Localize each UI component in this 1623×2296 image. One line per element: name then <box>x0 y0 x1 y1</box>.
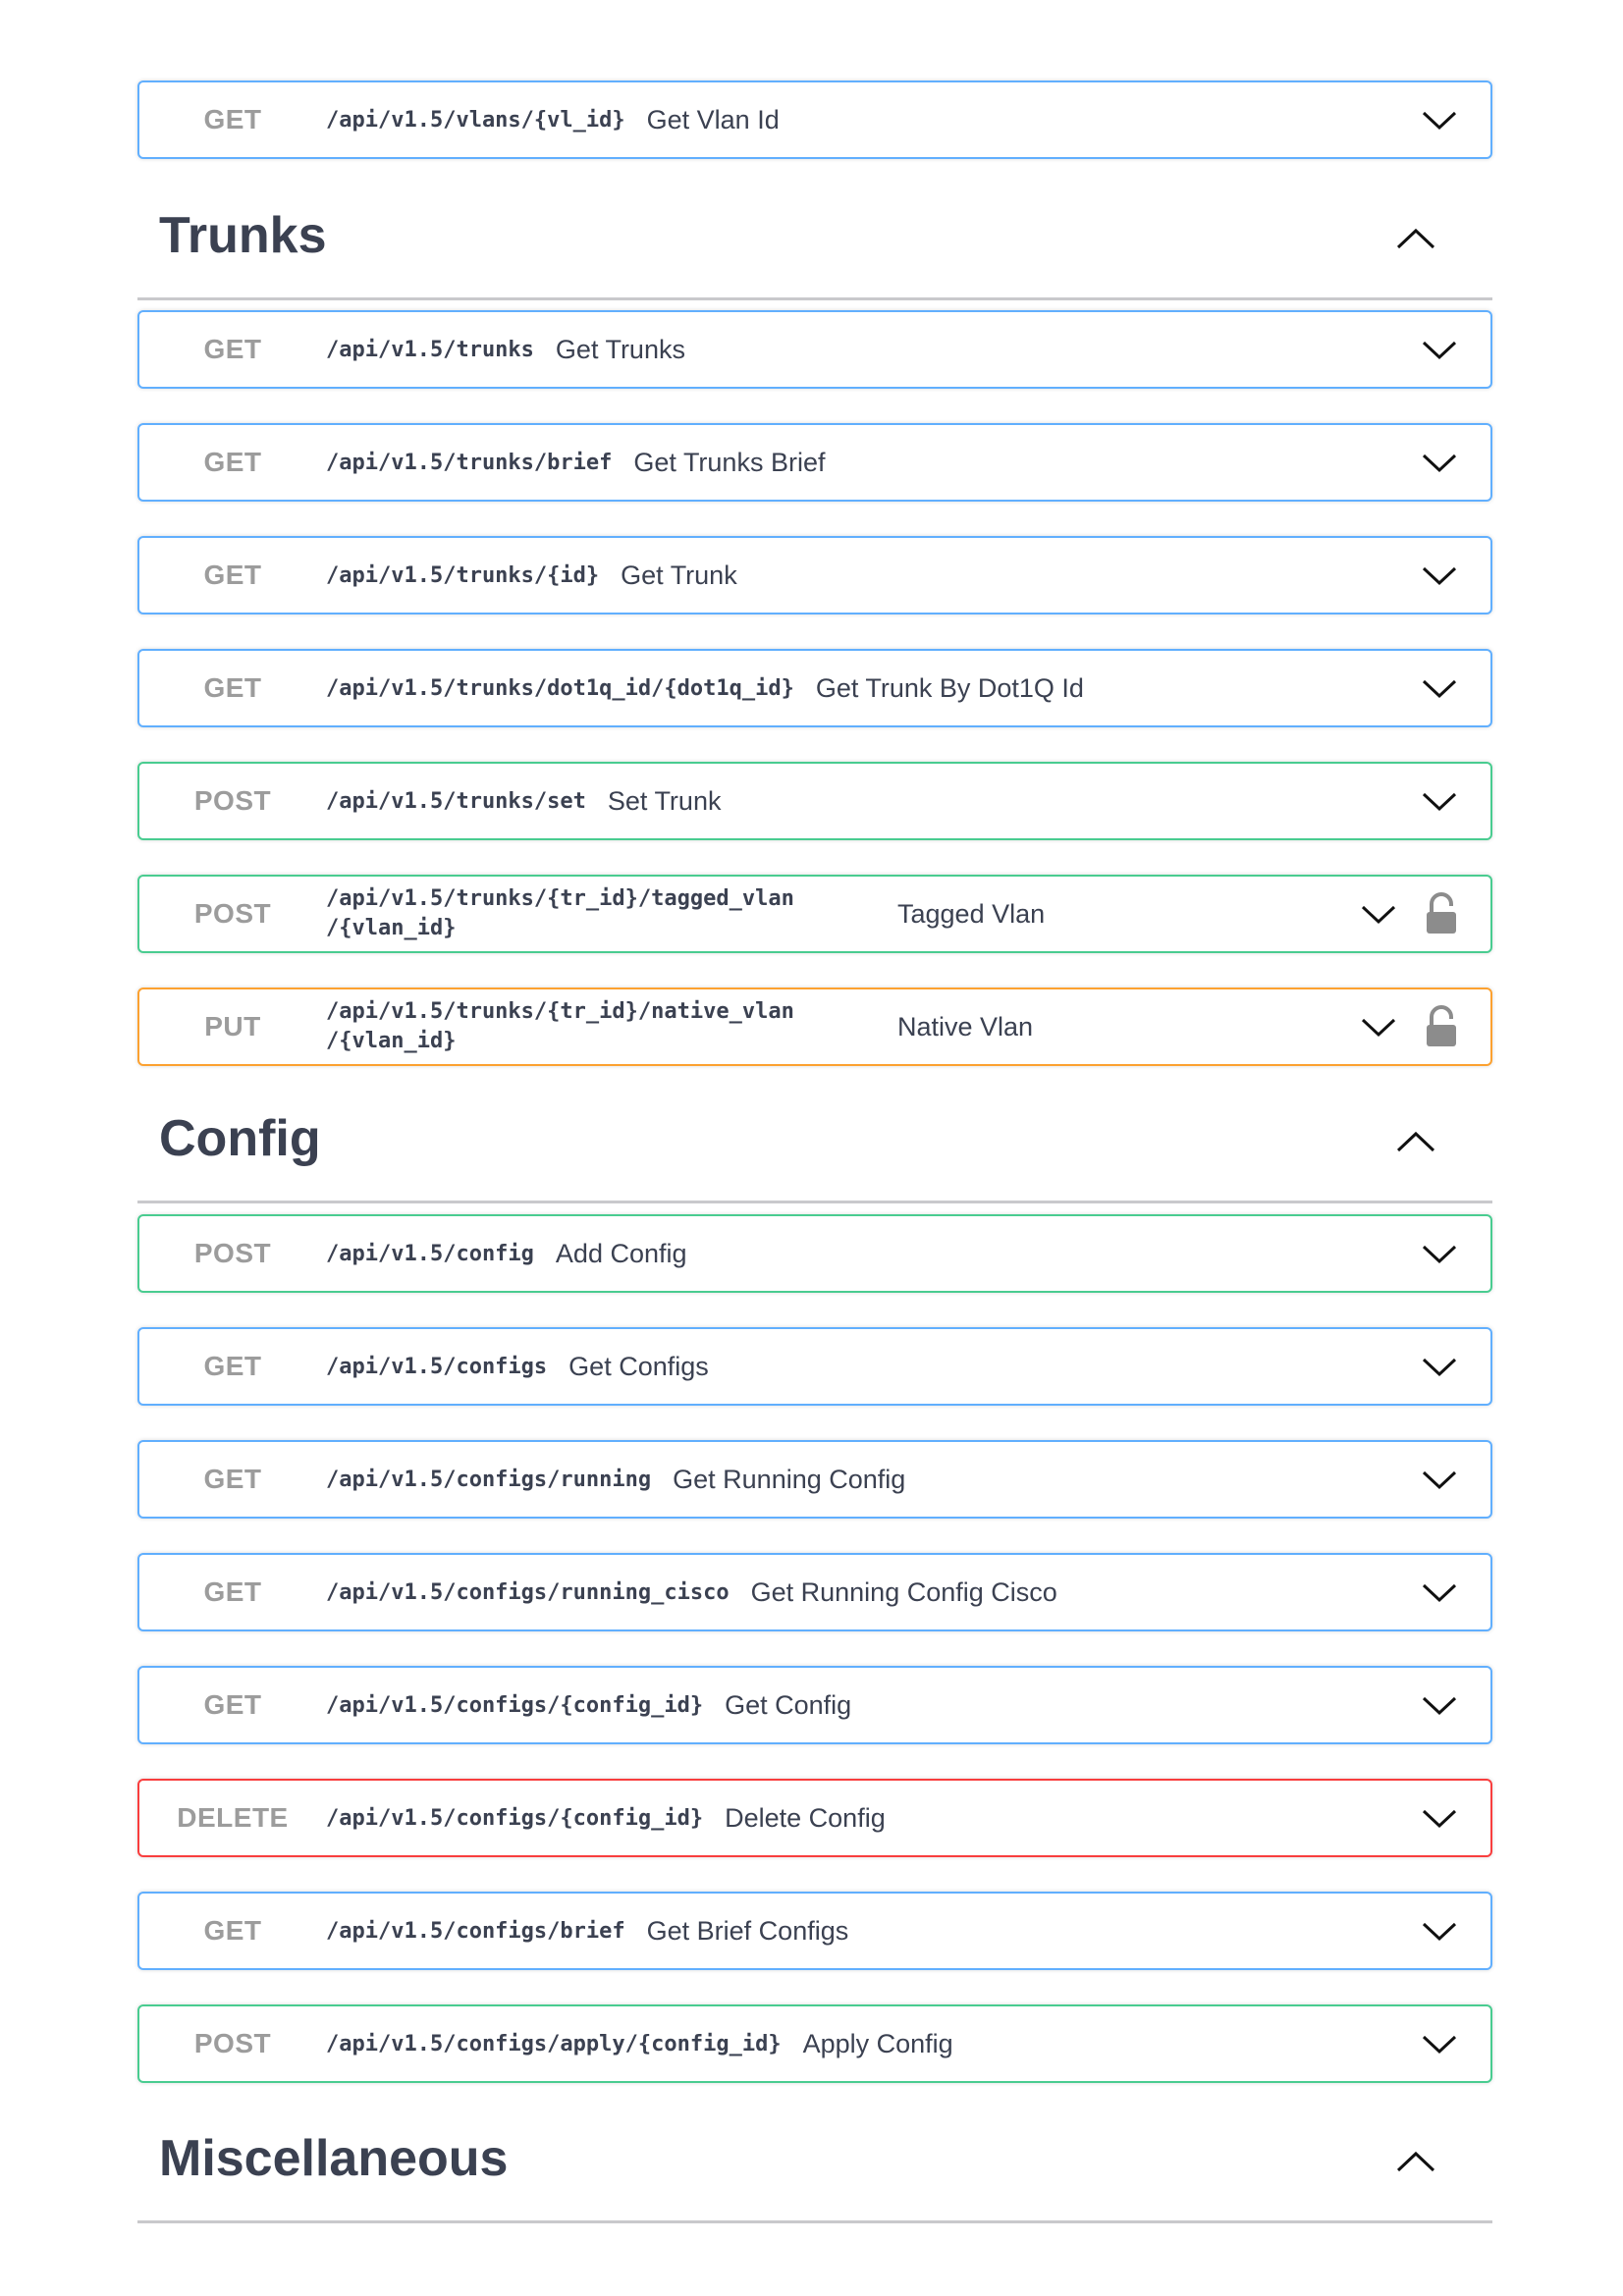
method-badge: PUT <box>204 1011 261 1041</box>
operation-summary: Get Brief Configs <box>646 1915 849 1946</box>
operation-path: /api/v1.5/trunks/{id} <box>326 562 600 588</box>
operation-get-configs[interactable]: GET /api/v1.5/configs Get Configs <box>137 1327 1492 1406</box>
chevron-down-icon[interactable] <box>1420 100 1459 139</box>
operation-path: /api/v1.5/configs/{config_id} <box>326 1805 704 1831</box>
operation-get-running-config[interactable]: GET /api/v1.5/configs/running Get Runnin… <box>137 1440 1492 1519</box>
operation-path: /api/v1.5/configs/brief <box>326 1918 625 1944</box>
operation-get-vlan-id[interactable]: GET /api/v1.5/vlans/{vl_id} Get Vlan Id <box>137 80 1492 159</box>
operation-put-native-vlan[interactable]: PUT /api/v1.5/trunks/{tr_id}/native_vlan… <box>137 988 1492 1066</box>
operation-summary: Apply Config <box>802 2028 953 2058</box>
unlocked-padlock-icon[interactable] <box>1422 1005 1461 1048</box>
operation-get-trunks[interactable]: GET /api/v1.5/trunks Get Trunks <box>137 310 1492 389</box>
operation-path: /api/v1.5/trunks <box>326 337 534 362</box>
method-badge: GET <box>203 1464 262 1494</box>
operation-summary: Get Vlan Id <box>646 104 780 134</box>
section-title: Config <box>159 1110 321 1167</box>
operation-path-line-1: /api/v1.5/trunks/{tr_id}/native_vlan <box>326 999 794 1024</box>
operation-path: /api/v1.5/trunks/set <box>326 788 586 814</box>
method-badge: DELETE <box>177 1802 289 1833</box>
section-header-config[interactable]: Config <box>137 1092 1492 1203</box>
method-badge: GET <box>203 672 262 703</box>
chevron-down-icon[interactable] <box>1359 894 1398 934</box>
chevron-down-icon[interactable] <box>1420 1460 1459 1499</box>
chevron-down-icon[interactable] <box>1420 556 1459 595</box>
operation-path-line-2: /{vlan_id} <box>326 1029 457 1053</box>
operation-post-apply-config[interactable]: POST /api/v1.5/configs/apply/{config_id}… <box>137 2004 1492 2083</box>
chevron-down-icon[interactable] <box>1420 781 1459 821</box>
chevron-down-icon[interactable] <box>1420 330 1459 369</box>
operation-path: /api/v1.5/configs/apply/{config_id} <box>326 2031 782 2056</box>
operation-post-set-trunk[interactable]: POST /api/v1.5/trunks/set Set Trunk <box>137 762 1492 840</box>
chevron-down-icon[interactable] <box>1359 1007 1398 1046</box>
chevron-down-icon[interactable] <box>1420 1234 1459 1273</box>
chevron-down-icon[interactable] <box>1420 668 1459 708</box>
chevron-down-icon[interactable] <box>1420 1798 1459 1838</box>
operation-summary: Set Trunk <box>607 785 722 816</box>
operation-summary: Get Running Config Cisco <box>750 1576 1057 1607</box>
chevron-down-icon[interactable] <box>1420 1685 1459 1725</box>
chevron-down-icon[interactable] <box>1420 443 1459 482</box>
operation-path: /api/v1.5/config <box>326 1241 534 1266</box>
operation-path-line-1: /api/v1.5/trunks/{tr_id}/tagged_vlan <box>326 886 794 911</box>
section-header-miscellaneous[interactable]: Miscellaneous <box>137 2111 1492 2223</box>
operation-summary: Add Config <box>555 1238 687 1268</box>
operation-get-running-config-cisco[interactable]: GET /api/v1.5/configs/running_cisco Get … <box>137 1553 1492 1631</box>
operation-get-config[interactable]: GET /api/v1.5/configs/{config_id} Get Co… <box>137 1666 1492 1744</box>
operation-summary: Get Configs <box>568 1351 709 1381</box>
method-badge: GET <box>203 1351 262 1381</box>
method-badge: GET <box>203 560 262 590</box>
operation-path-line-2: /{vlan_id} <box>326 916 457 940</box>
chevron-down-icon[interactable] <box>1420 1347 1459 1386</box>
method-badge: GET <box>203 1915 262 1946</box>
section-title: Trunks <box>159 207 327 264</box>
operation-post-add-config[interactable]: POST /api/v1.5/config Add Config <box>137 1214 1492 1293</box>
chevron-up-icon[interactable] <box>1394 218 1437 261</box>
method-badge: GET <box>203 1576 262 1607</box>
chevron-down-icon[interactable] <box>1420 1911 1459 1950</box>
method-badge: POST <box>193 898 272 929</box>
chevron-down-icon[interactable] <box>1420 2024 1459 2063</box>
chevron-up-icon[interactable] <box>1394 1121 1437 1164</box>
method-badge: GET <box>203 1689 262 1720</box>
method-badge: POST <box>193 2028 272 2058</box>
operation-get-trunk-by-dot1q[interactable]: GET /api/v1.5/trunks/dot1q_id/{dot1q_id}… <box>137 649 1492 727</box>
method-badge: GET <box>203 334 262 364</box>
operation-summary: Get Config <box>725 1689 852 1720</box>
operation-get-trunks-brief[interactable]: GET /api/v1.5/trunks/brief Get Trunks Br… <box>137 423 1492 502</box>
operation-path: /api/v1.5/trunks/{tr_id}/native_vlan /{v… <box>326 997 876 1056</box>
operation-path: /api/v1.5/configs <box>326 1354 548 1379</box>
operation-summary: Get Trunk By Dot1Q Id <box>815 672 1084 703</box>
operation-path: /api/v1.5/configs/running <box>326 1467 652 1492</box>
operation-path: /api/v1.5/vlans/{vl_id} <box>326 107 625 133</box>
section-title: Miscellaneous <box>159 2130 509 2187</box>
operation-path: /api/v1.5/configs/{config_id} <box>326 1692 704 1718</box>
operation-path: /api/v1.5/configs/running_cisco <box>326 1579 730 1605</box>
operation-summary: Get Trunks Brief <box>633 447 826 477</box>
operation-summary: Get Trunk <box>621 560 737 590</box>
chevron-up-icon[interactable] <box>1394 2141 1437 2184</box>
operation-summary: Native Vlan <box>897 1011 1034 1041</box>
operation-path: /api/v1.5/trunks/brief <box>326 450 613 475</box>
unlocked-padlock-icon[interactable] <box>1422 892 1461 935</box>
method-badge: POST <box>193 1238 272 1268</box>
section-header-trunks[interactable]: Trunks <box>137 188 1492 300</box>
operation-summary: Tagged Vlan <box>897 898 1046 929</box>
operation-get-brief-configs[interactable]: GET /api/v1.5/configs/brief Get Brief Co… <box>137 1892 1492 1970</box>
operation-summary: Delete Config <box>725 1802 886 1833</box>
api-docs-page: GET /api/v1.5/vlans/{vl_id} Get Vlan Id … <box>0 0 1623 2296</box>
operation-path: /api/v1.5/trunks/{tr_id}/tagged_vlan /{v… <box>326 884 876 943</box>
operation-summary: Get Trunks <box>555 334 685 364</box>
operation-post-tagged-vlan[interactable]: POST /api/v1.5/trunks/{tr_id}/tagged_vla… <box>137 875 1492 953</box>
operation-get-trunk[interactable]: GET /api/v1.5/trunks/{id} Get Trunk <box>137 536 1492 614</box>
method-badge: GET <box>203 447 262 477</box>
operation-path: /api/v1.5/trunks/dot1q_id/{dot1q_id} <box>326 675 794 701</box>
operation-summary: Get Running Config <box>673 1464 906 1494</box>
chevron-down-icon[interactable] <box>1420 1573 1459 1612</box>
method-badge: POST <box>193 785 272 816</box>
operation-delete-config[interactable]: DELETE /api/v1.5/configs/{config_id} Del… <box>137 1779 1492 1857</box>
method-badge: GET <box>203 104 262 134</box>
